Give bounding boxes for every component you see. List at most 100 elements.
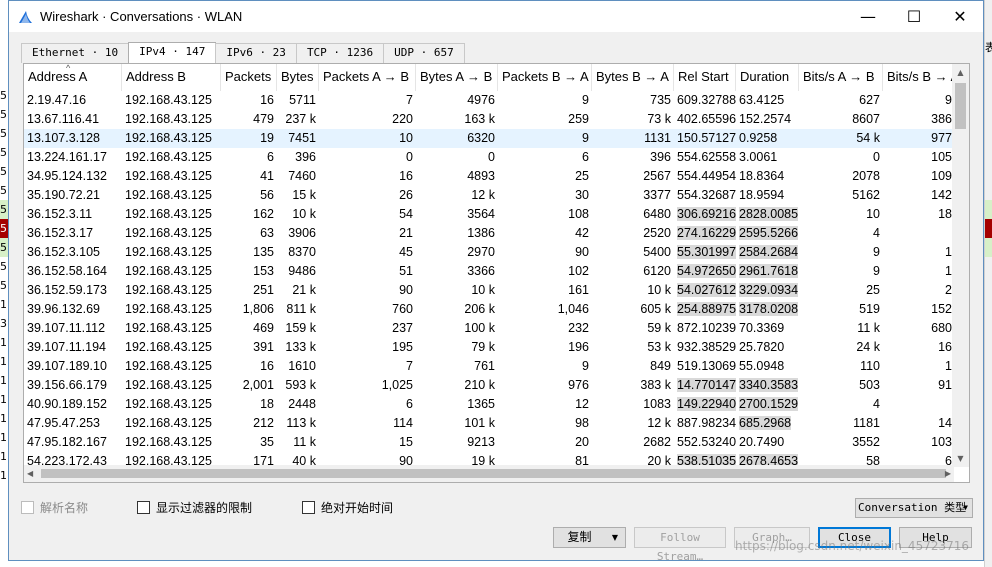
- cell-address-b: 192.168.43.125: [122, 224, 221, 243]
- cell-value: 63.4125: [739, 93, 785, 107]
- cell-value: 101 k: [464, 416, 495, 430]
- background-glyph: 5: [0, 146, 7, 159]
- cell-address-a: 13.224.161.17: [24, 148, 122, 167]
- column-header-address-a[interactable]: Address A ^: [24, 64, 122, 91]
- table-row[interactable]: 36.152.3.11 192.168.43.125 162 10 k 54 3564 10…: [24, 205, 955, 224]
- cell-packets-b-a: 42: [498, 224, 592, 243]
- table-row[interactable]: 13.67.116.41 192.168.43.125 479 237 k 220 163…: [24, 110, 955, 129]
- table-row[interactable]: 36.152.3.105 192.168.43.125 135 8370 45 2970 9…: [24, 243, 955, 262]
- cell-value: 15 k: [292, 188, 316, 202]
- cell-value: 162: [253, 207, 274, 221]
- column-header-label: Bytes B → A: [596, 69, 669, 84]
- cell-value: 469: [253, 321, 274, 335]
- table-row[interactable]: 36.152.58.164 192.168.43.125 153 9486 51 3366…: [24, 262, 955, 281]
- cell-bytes-a-b: 0: [416, 148, 498, 167]
- table-row[interactable]: 36.152.59.173 192.168.43.125 251 21 k 90 10 k…: [24, 281, 955, 300]
- conversation-type-dropdown[interactable]: Conversation 类型 ▼: [855, 498, 973, 518]
- horizontal-scrollbar[interactable]: ◀ ▶: [24, 465, 954, 482]
- background-glyph: 5: [0, 279, 7, 292]
- tab-ipv4[interactable]: IPv4 · 147: [128, 42, 217, 63]
- follow-stream-button[interactable]: Follow Stream…: [634, 527, 726, 563]
- column-header-bytes[interactable]: Bytes: [277, 64, 319, 91]
- background-row-marker: [985, 219, 992, 238]
- cell-value: 9: [582, 359, 589, 373]
- tab-tcp[interactable]: TCP · 1236: [295, 43, 385, 63]
- cell-value: 2970: [467, 245, 495, 259]
- cell-rel-start: 872.10239: [674, 319, 736, 338]
- table-row[interactable]: 47.95.182.167 192.168.43.125 35 11 k 15 9213 2…: [24, 433, 955, 452]
- cell-bytes-b-a: 396: [592, 148, 674, 167]
- cell-packets: 63: [221, 224, 277, 243]
- minimize-button[interactable]: —: [845, 1, 891, 32]
- cell-address-a: 34.95.124.132: [24, 167, 122, 186]
- maximize-button[interactable]: ☐: [891, 1, 937, 32]
- horizontal-scroll-thumb[interactable]: [41, 469, 946, 478]
- table-row[interactable]: 13.224.161.17 192.168.43.125 6 396 0 0 6 396 554…: [24, 148, 955, 167]
- cell-value: 3.0061: [739, 150, 778, 164]
- cell-value: 192.168.43.125: [125, 112, 212, 126]
- table-row[interactable]: 34.95.124.132 192.168.43.125 41 7460 16 4893 2…: [24, 167, 955, 186]
- checkbox-box[interactable]: [137, 501, 150, 514]
- scroll-left-icon[interactable]: ◀: [27, 465, 33, 482]
- table-row[interactable]: 39.107.11.112 192.168.43.125 469 159 k 237 10…: [24, 319, 955, 338]
- close-window-button[interactable]: ✕: [937, 1, 983, 32]
- cell-bits-a-b: 4: [799, 395, 883, 414]
- tab-ethernet[interactable]: Ethernet · 10: [21, 43, 130, 63]
- title-bar[interactable]: Wireshark · Conversations · WLAN — ☐ ✕: [9, 1, 983, 32]
- tab-ipv6[interactable]: IPv6 · 23: [215, 43, 297, 63]
- cell-bytes-b-a: 12 k: [592, 414, 674, 433]
- table-row[interactable]: 47.95.47.253 192.168.43.125 212 113 k 114 101…: [24, 414, 955, 433]
- table-row[interactable]: 39.107.11.194 192.168.43.125 391 133 k 195 79…: [24, 338, 955, 357]
- table-row[interactable]: 35.190.72.21 192.168.43.125 56 15 k 26 12 k 30…: [24, 186, 955, 205]
- checkbox-box[interactable]: [21, 501, 34, 514]
- checkbox-box[interactable]: [302, 501, 315, 514]
- cell-bits-a-b: 1181: [799, 414, 883, 433]
- column-header-address-b[interactable]: Address B: [122, 64, 221, 91]
- cell-value: 503: [859, 378, 880, 392]
- column-header-packets[interactable]: Packets: [221, 64, 277, 91]
- dropdown-arrow-icon[interactable]: ▼: [605, 528, 625, 547]
- table-row[interactable]: 39.107.189.10 192.168.43.125 16 1610 7 761 9 84…: [24, 357, 955, 376]
- limit-to-filter-checkbox[interactable]: 显示过滤器的限制: [137, 499, 252, 516]
- vertical-scroll-thumb[interactable]: [955, 83, 966, 129]
- resolve-names-checkbox[interactable]: 解析名称: [21, 499, 88, 516]
- vertical-scrollbar[interactable]: ▲ ▼: [952, 64, 969, 467]
- cell-address-a: 47.95.47.253: [24, 414, 122, 433]
- table-row[interactable]: 40.90.189.152 192.168.43.125 18 2448 6 1365 12…: [24, 395, 955, 414]
- copy-button[interactable]: 复制 ▼: [553, 527, 626, 548]
- scroll-up-icon[interactable]: ▲: [952, 64, 969, 81]
- column-header-bytes-b-a[interactable]: Bytes B → A: [592, 64, 674, 91]
- tab-udp[interactable]: UDP · 657: [383, 43, 465, 63]
- cell-packets-b-a: 196: [498, 338, 592, 357]
- cell-packets-a-b: 51: [319, 262, 416, 281]
- cell-value: 2682: [643, 435, 671, 449]
- column-header-packets-a-b[interactable]: Packets A → B: [319, 64, 416, 91]
- cell-value: 39.96.132.69: [27, 302, 100, 316]
- column-header-bits-a-b[interactable]: Bits/s A → B: [799, 64, 883, 91]
- cell-value: 6120: [643, 264, 671, 278]
- cell-bytes: 7460: [277, 167, 319, 186]
- cell-bytes: 113 k: [277, 414, 319, 433]
- column-header-rel-start[interactable]: Rel Start: [674, 64, 736, 91]
- table-row[interactable]: 39.156.66.179 192.168.43.125 2,001 593 k 1,0…: [24, 376, 955, 395]
- cell-rel-start: 887.98234: [674, 414, 736, 433]
- absolute-start-time-checkbox[interactable]: 绝对开始时间: [302, 499, 393, 516]
- table-row[interactable]: 13.107.3.128 192.168.43.125 19 7451 10 6320 9 1…: [24, 129, 955, 148]
- column-header-bits-b-a[interactable]: Bits/s B → A: [883, 64, 955, 91]
- cell-bytes-a-b: 79 k: [416, 338, 498, 357]
- table-row[interactable]: 2.19.47.16 192.168.43.125 16 5711 7 4976 9 735 6…: [24, 91, 955, 110]
- column-header-bytes-a-b[interactable]: Bytes A → B: [416, 64, 498, 91]
- cell-packets: 2,001: [221, 376, 277, 395]
- cell-value: 1083: [643, 397, 671, 411]
- column-header-duration[interactable]: Duration: [736, 64, 799, 91]
- table-row[interactable]: 36.152.3.17 192.168.43.125 63 3906 21 1386 42 2…: [24, 224, 955, 243]
- cell-bytes-b-a: 605 k: [592, 300, 674, 319]
- cell-value: 932.38529: [677, 340, 736, 354]
- scroll-down-icon[interactable]: ▼: [952, 450, 969, 467]
- cell-value: 18.8364: [739, 169, 785, 183]
- scroll-right-icon[interactable]: ▶: [945, 465, 951, 482]
- cell-value: 36.152.3.17: [27, 226, 94, 240]
- column-header-packets-b-a[interactable]: Packets B → A: [498, 64, 592, 91]
- cell-value: 45: [399, 245, 413, 259]
- table-row[interactable]: 39.96.132.69 192.168.43.125 1,806 811 k 760 2…: [24, 300, 955, 319]
